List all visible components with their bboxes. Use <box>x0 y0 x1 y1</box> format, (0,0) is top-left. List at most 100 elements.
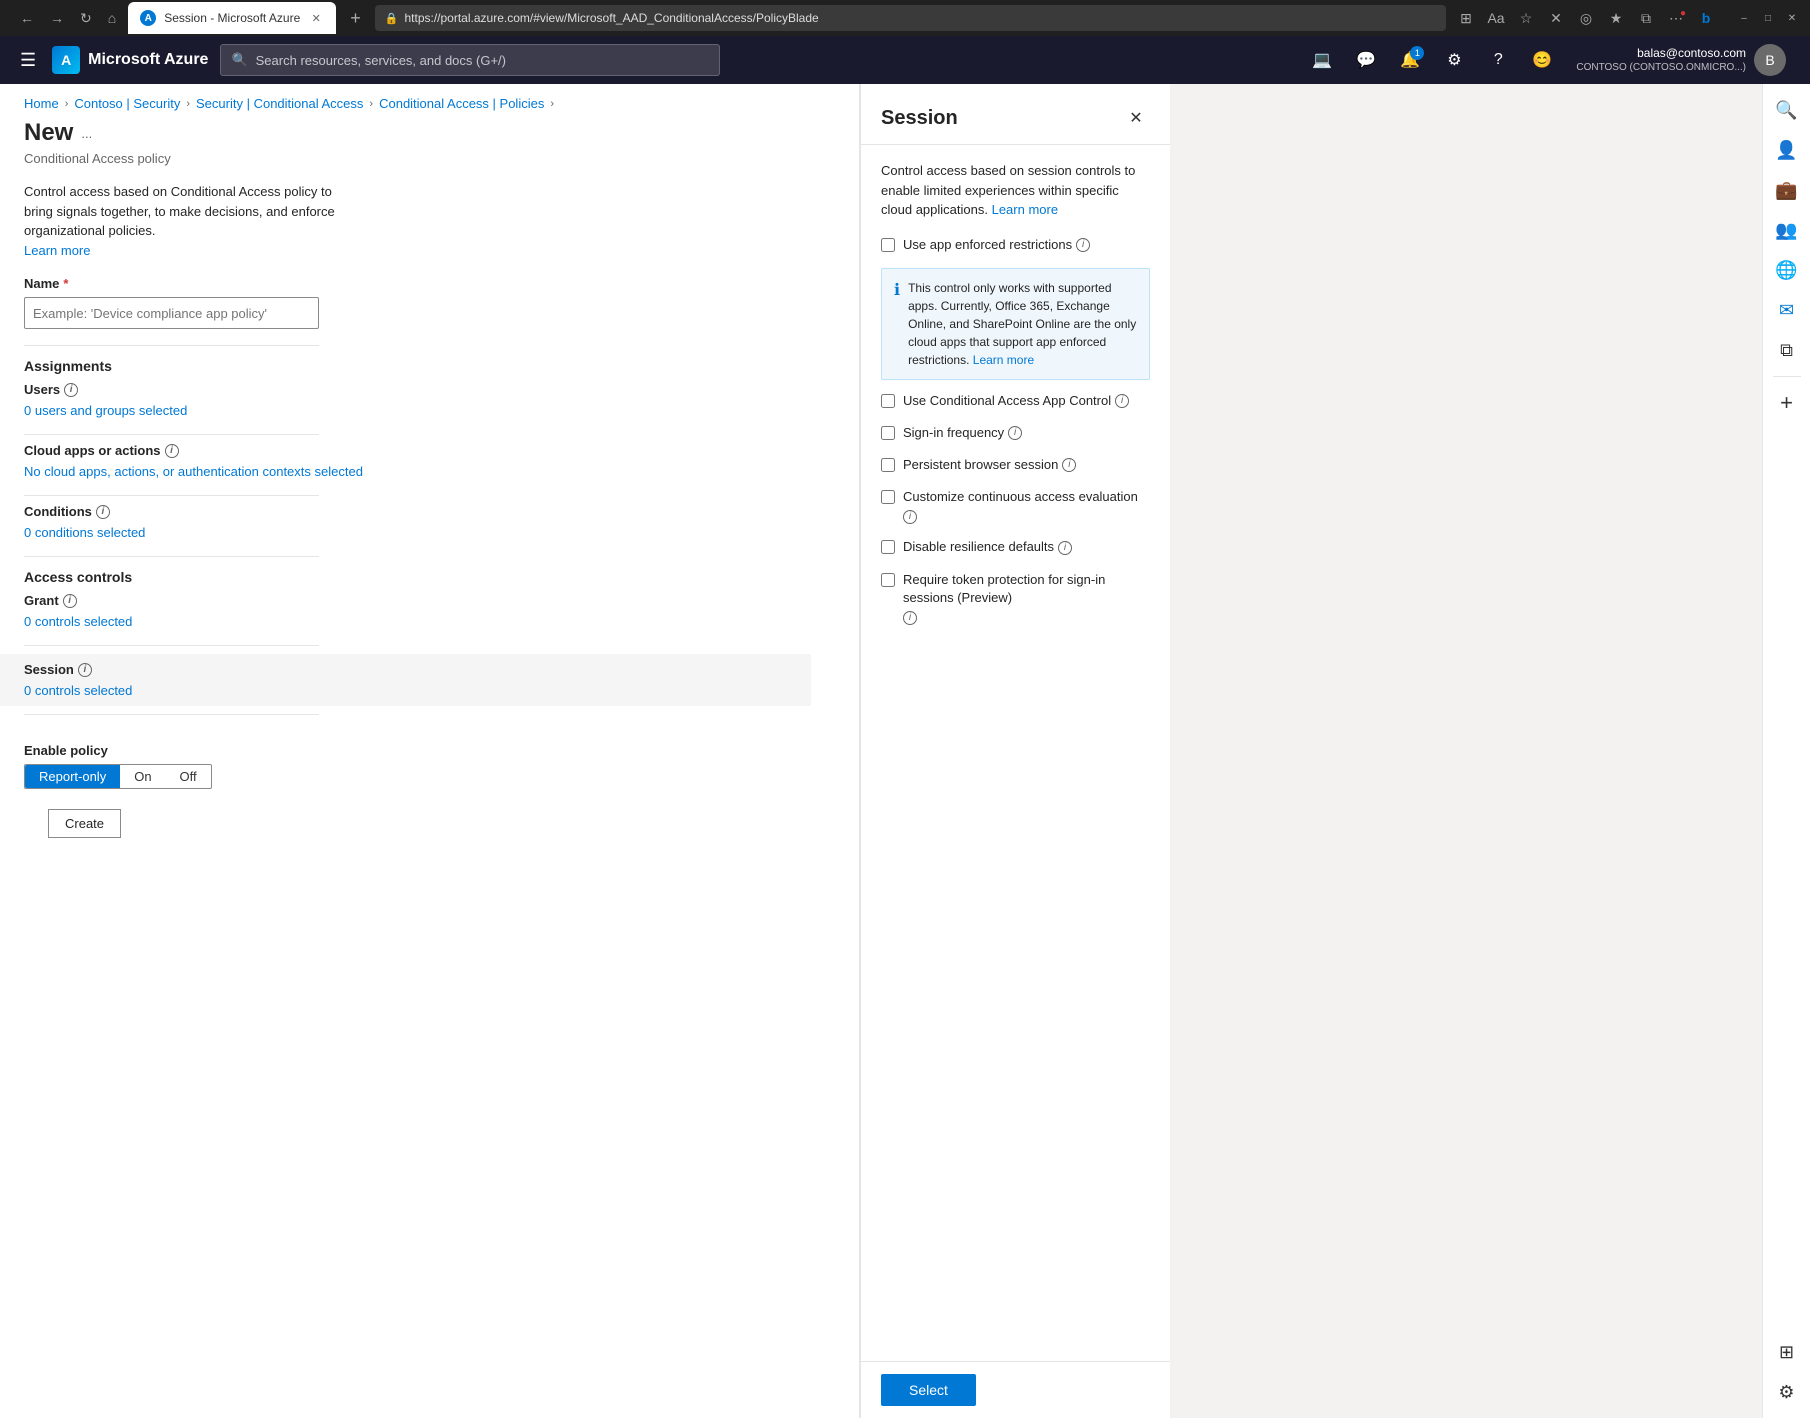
right-layers-button[interactable]: ⧉ <box>1769 332 1805 368</box>
app-enforced-checkbox[interactable] <box>881 238 895 252</box>
breadcrumb-security[interactable]: Contoso | Security <box>74 96 180 111</box>
browser-tab[interactable]: A Session - Microsoft Azure ✕ <box>128 2 336 34</box>
conditions-info-icon[interactable]: i <box>96 505 110 519</box>
persistent-browser-info-icon[interactable]: i <box>1062 458 1076 472</box>
breadcrumb-home[interactable]: Home <box>24 96 59 111</box>
grant-field-group: Grant i 0 controls selected <box>24 593 835 629</box>
resilience-defaults-checkbox[interactable] <box>881 540 895 554</box>
right-add-button[interactable]: + <box>1769 385 1805 421</box>
topbar-right: 💻 💬 🔔 1 ⚙ ? 😊 balas@contoso.com CONTOSO … <box>1304 40 1794 80</box>
sign-in-freq-checkbox[interactable] <box>881 426 895 440</box>
bing-copilot-button[interactable]: b <box>1694 6 1718 30</box>
home-button[interactable]: ⌂ <box>104 8 120 28</box>
browser-apps-button[interactable]: ⊞ <box>1454 6 1478 30</box>
main-layout: Home › Contoso | Security › Security | C… <box>0 84 1810 1418</box>
address-bar[interactable]: 🔒 https://portal.azure.com/#view/Microso… <box>375 5 1446 31</box>
close-window-button[interactable]: ✕ <box>1782 8 1802 28</box>
token-protection-checkbox[interactable] <box>881 573 895 587</box>
grant-link[interactable]: 0 controls selected <box>24 614 132 629</box>
users-value-row: 0 users and groups selected <box>24 403 835 418</box>
cloud-shell-button[interactable]: 💻 <box>1304 42 1340 78</box>
breadcrumb-sep2: › <box>186 98 190 110</box>
resilience-defaults-info-icon[interactable]: i <box>1058 541 1072 555</box>
browser-favorites-button[interactable]: ☆ <box>1514 6 1538 30</box>
grant-value-row: 0 controls selected <box>24 614 835 629</box>
session-link[interactable]: 0 controls selected <box>24 683 132 698</box>
right-layout-button[interactable]: ⊞ <box>1769 1334 1805 1370</box>
app-enforced-info-icon[interactable]: i <box>1076 238 1090 252</box>
session-learn-more-link[interactable]: Learn more <box>992 202 1058 217</box>
notifications-button[interactable]: 🔔 1 <box>1392 42 1428 78</box>
hamburger-menu-button[interactable]: ☰ <box>16 46 40 75</box>
continuous-access-info-icon[interactable]: i <box>903 510 917 524</box>
policy-toggle-group[interactable]: Report-only On Off <box>24 764 212 789</box>
breadcrumb-conditional-access[interactable]: Security | Conditional Access <box>196 96 363 111</box>
tab-close-button[interactable]: ✕ <box>308 10 324 26</box>
minimize-button[interactable]: – <box>1734 8 1754 28</box>
conditions-link[interactable]: 0 conditions selected <box>24 525 145 540</box>
sign-in-freq-info-icon[interactable]: i <box>1008 426 1022 440</box>
toggle-on[interactable]: On <box>120 765 165 788</box>
settings-button[interactable]: ⚙ <box>1436 42 1472 78</box>
page-learn-more-link[interactable]: Learn more <box>24 243 90 258</box>
breadcrumb-policies[interactable]: Conditional Access | Policies <box>379 96 544 111</box>
cloud-apps-info-icon[interactable]: i <box>165 444 179 458</box>
cloud-apps-link[interactable]: No cloud apps, actions, or authenticatio… <box>24 464 363 479</box>
browser-ext1-button[interactable]: ✕ <box>1544 6 1568 30</box>
conditions-label: Conditions i <box>24 504 835 519</box>
global-search[interactable]: 🔍 Search resources, services, and docs (… <box>220 44 720 76</box>
ca-app-control-checkbox[interactable] <box>881 394 895 408</box>
session-close-button[interactable]: ✕ <box>1122 104 1150 132</box>
browser-ext2-button[interactable]: ◎ <box>1574 6 1598 30</box>
right-briefcase-button[interactable]: 💼 <box>1769 172 1805 208</box>
toggle-report-only[interactable]: Report-only <box>25 765 120 788</box>
token-protection-info-icon[interactable]: i <box>903 611 917 625</box>
app-enforced-label: Use app enforced restrictions i <box>903 236 1090 254</box>
forward-button[interactable]: → <box>46 8 68 28</box>
info-box-text: This control only works with supported a… <box>908 279 1137 369</box>
persistent-browser-label: Persistent browser session i <box>903 456 1076 474</box>
persistent-browser-checkbox[interactable] <box>881 458 895 472</box>
continuous-access-checkbox[interactable] <box>881 490 895 504</box>
toggle-off[interactable]: Off <box>166 765 211 788</box>
info-box-learn-more-link[interactable]: Learn more <box>973 353 1034 367</box>
page-title: New <box>24 119 73 147</box>
assignments-title: Assignments <box>24 358 835 374</box>
session-value-row: 0 controls selected <box>24 683 787 698</box>
browser-ext3-button[interactable]: ★ <box>1604 6 1628 30</box>
users-link[interactable]: 0 users and groups selected <box>24 403 187 418</box>
user-text: balas@contoso.com CONTOSO (CONTOSO.ONMIC… <box>1576 46 1746 75</box>
info-box-icon: ℹ <box>894 280 900 300</box>
browser-chrome: ← → ↻ ⌂ A Session - Microsoft Azure ✕ + … <box>0 0 1810 36</box>
right-user-button[interactable]: 👤 <box>1769 132 1805 168</box>
right-settings-button[interactable]: ⚙ <box>1769 1374 1805 1410</box>
ca-app-control-info-icon[interactable]: i <box>1115 394 1129 408</box>
maximize-button[interactable]: □ <box>1758 8 1778 28</box>
user-info[interactable]: balas@contoso.com CONTOSO (CONTOSO.ONMIC… <box>1568 40 1794 80</box>
reload-button[interactable]: ↻ <box>76 8 96 29</box>
grant-info-icon[interactable]: i <box>63 594 77 608</box>
browser-more-button[interactable]: ● ⋯ <box>1664 6 1688 30</box>
right-outlook-button[interactable]: ✉ <box>1769 292 1805 328</box>
right-search-button[interactable]: 🔍 <box>1769 92 1805 128</box>
new-tab-button[interactable]: + <box>344 6 367 31</box>
select-button[interactable]: Select <box>881 1374 976 1406</box>
feedback-button[interactable]: 💬 <box>1348 42 1384 78</box>
divider-session <box>24 645 319 646</box>
browser-sidebar-button[interactable]: ⧉ <box>1634 6 1658 30</box>
users-info-icon[interactable]: i <box>64 383 78 397</box>
name-input[interactable] <box>24 297 319 329</box>
cloud-apps-label: Cloud apps or actions i <box>24 443 835 458</box>
page-header: New ... Conditional Access policy Contro… <box>0 119 859 276</box>
right-people-button[interactable]: 👥 <box>1769 212 1805 248</box>
name-required-indicator: * <box>63 276 68 291</box>
browser-reading-button[interactable]: Aa <box>1484 6 1508 30</box>
help-button[interactable]: ? <box>1480 42 1516 78</box>
back-button[interactable]: ← <box>16 8 38 28</box>
session-info-icon[interactable]: i <box>78 663 92 677</box>
more-options-button[interactable]: ... <box>81 126 92 141</box>
create-button[interactable]: Create <box>48 809 121 838</box>
access-controls-title: Access controls <box>24 569 835 585</box>
feedback2-button[interactable]: 😊 <box>1524 42 1560 78</box>
right-globe-button[interactable]: 🌐 <box>1769 252 1805 288</box>
